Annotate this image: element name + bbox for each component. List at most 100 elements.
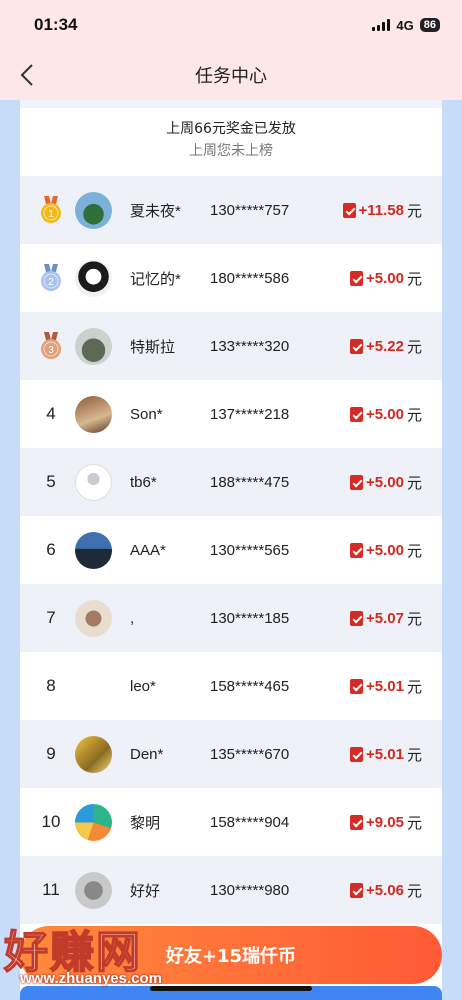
chevron-left-icon [20, 64, 33, 86]
leaderboard-row: 2 记忆的* 180*****586 +5.00 元 [20, 244, 442, 312]
rank-number: 7 [46, 608, 56, 627]
leaderboard-list: 1 夏未夜* 130*****757 +11.58 元 2 记忆的* 180*****586 +… [20, 176, 442, 924]
reward-value: +5.22 [366, 337, 404, 355]
reward-value: +5.00 [366, 269, 404, 287]
red-envelope-icon [350, 338, 364, 354]
avatar[interactable] [75, 531, 112, 569]
reward-amount: +11.58 元 [342, 200, 422, 221]
avatar[interactable] [75, 599, 112, 637]
reward-value: +5.01 [366, 677, 404, 695]
status-bar: 01:34 4G 86 [0, 0, 462, 50]
masked-phone: 130*****757 [210, 201, 290, 219]
home-indicator [150, 986, 312, 991]
leaderboard-row: 1 夏未夜* 130*****757 +11.58 元 [20, 176, 442, 244]
red-envelope-icon [350, 542, 364, 558]
red-envelope-icon [350, 882, 364, 898]
avatar[interactable] [75, 327, 112, 365]
user-name: 记忆的* [130, 270, 181, 288]
reward-amount: +5.00 元 [350, 404, 422, 425]
leaderboard-row: 4 Son* 137*****218 +5.00 元 [20, 380, 442, 448]
user-name: 夏未夜* [130, 202, 181, 220]
red-envelope-icon [342, 202, 356, 218]
rank-number: 5 [46, 472, 56, 491]
leaderboard-row: 9 Den* 135*****670 +5.01 元 [20, 720, 442, 788]
reward-value: +5.00 [366, 541, 404, 559]
reward-amount: +5.06 元 [350, 880, 422, 901]
avatar[interactable] [75, 463, 112, 501]
rank-number: 8 [46, 676, 56, 695]
rank-number: 4 [46, 404, 56, 423]
silver-medal-icon: 2 [40, 264, 62, 292]
rank-number: 9 [46, 744, 56, 763]
reward-amount: +5.00 元 [350, 472, 422, 493]
invite-button-label: 好友+15瑞仟币 [165, 946, 297, 967]
svg-text:3: 3 [48, 345, 54, 356]
leaderboard-row: 5 tb6* 188*****475 +5.00 元 [20, 448, 442, 516]
signal-icon [372, 19, 391, 31]
leaderboard-row: 10 黎明 158*****904 +9.05 元 [20, 788, 442, 856]
red-envelope-icon [350, 678, 364, 694]
currency-unit: 元 [406, 882, 422, 900]
masked-phone: 188*****475 [210, 473, 290, 491]
masked-phone: 130*****185 [210, 609, 290, 627]
user-name: 特斯拉 [130, 338, 176, 356]
currency-unit: 元 [406, 270, 422, 288]
masked-phone: 158*****904 [210, 813, 290, 831]
reward-value: +5.00 [366, 405, 404, 423]
avatar[interactable] [75, 871, 112, 909]
reward-value: +5.07 [366, 609, 404, 627]
reward-amount: +5.00 元 [350, 268, 422, 289]
user-name: leo* [130, 677, 156, 695]
reward-value: +5.01 [366, 745, 404, 763]
network-label: 4G [396, 17, 414, 33]
masked-phone: 130*****980 [210, 881, 290, 899]
currency-unit: 元 [406, 814, 422, 832]
currency-unit: 元 [406, 202, 422, 220]
invite-friend-button[interactable]: 好友+15瑞仟币 [20, 926, 442, 984]
svg-text:2: 2 [48, 277, 54, 288]
user-name: Son* [130, 405, 163, 423]
avatar[interactable] [75, 395, 112, 433]
masked-phone: 135*****670 [210, 745, 290, 763]
reward-amount: +9.05 元 [350, 812, 422, 833]
leaderboard-row: 3 特斯拉 133*****320 +5.22 元 [20, 312, 442, 380]
battery-icon: 86 [419, 18, 440, 32]
summary-title: 上周66元奖金已发放 [166, 121, 296, 137]
user-name: AAA* [130, 541, 166, 559]
currency-unit: 元 [406, 678, 422, 696]
red-envelope-icon [350, 746, 364, 762]
leaderboard-summary: 上周66元奖金已发放 上周您未上榜 [20, 118, 442, 162]
nav-bar: 任务中心 [0, 50, 462, 100]
reward-value: +5.00 [366, 473, 404, 491]
currency-unit: 元 [406, 474, 422, 492]
reward-amount: +5.01 元 [350, 676, 422, 697]
avatar[interactable] [75, 735, 112, 773]
avatar[interactable] [75, 667, 112, 705]
reward-value: +11.58 [358, 201, 404, 219]
avatar[interactable] [75, 259, 112, 297]
rank-number: 10 [41, 812, 61, 831]
user-name: 好好 [130, 882, 161, 900]
svg-text:1: 1 [48, 209, 54, 220]
masked-phone: 158*****465 [210, 677, 290, 695]
leaderboard-row: 7, 130*****185 +5.07 元 [20, 584, 442, 652]
user-name: 黎明 [130, 814, 161, 832]
reward-value: +9.05 [366, 813, 404, 831]
avatar[interactable] [75, 803, 112, 841]
user-name: tb6* [130, 473, 157, 491]
masked-phone: 133*****320 [210, 337, 290, 355]
masked-phone: 130*****565 [210, 541, 290, 559]
leaderboard-row: 11 好好 130*****980 +5.06 元 [20, 856, 442, 924]
masked-phone: 180*****586 [210, 269, 290, 287]
back-button[interactable] [14, 62, 40, 88]
rank-number: 11 [42, 880, 60, 899]
avatar[interactable] [75, 191, 112, 229]
currency-unit: 元 [406, 746, 422, 764]
reward-amount: +5.22 元 [350, 336, 422, 357]
user-name: , [130, 609, 135, 627]
reward-amount: +5.00 元 [350, 540, 422, 561]
red-envelope-icon [350, 474, 364, 490]
reward-value: +5.06 [366, 881, 404, 899]
masked-phone: 137*****218 [210, 405, 290, 423]
currency-unit: 元 [406, 542, 422, 560]
